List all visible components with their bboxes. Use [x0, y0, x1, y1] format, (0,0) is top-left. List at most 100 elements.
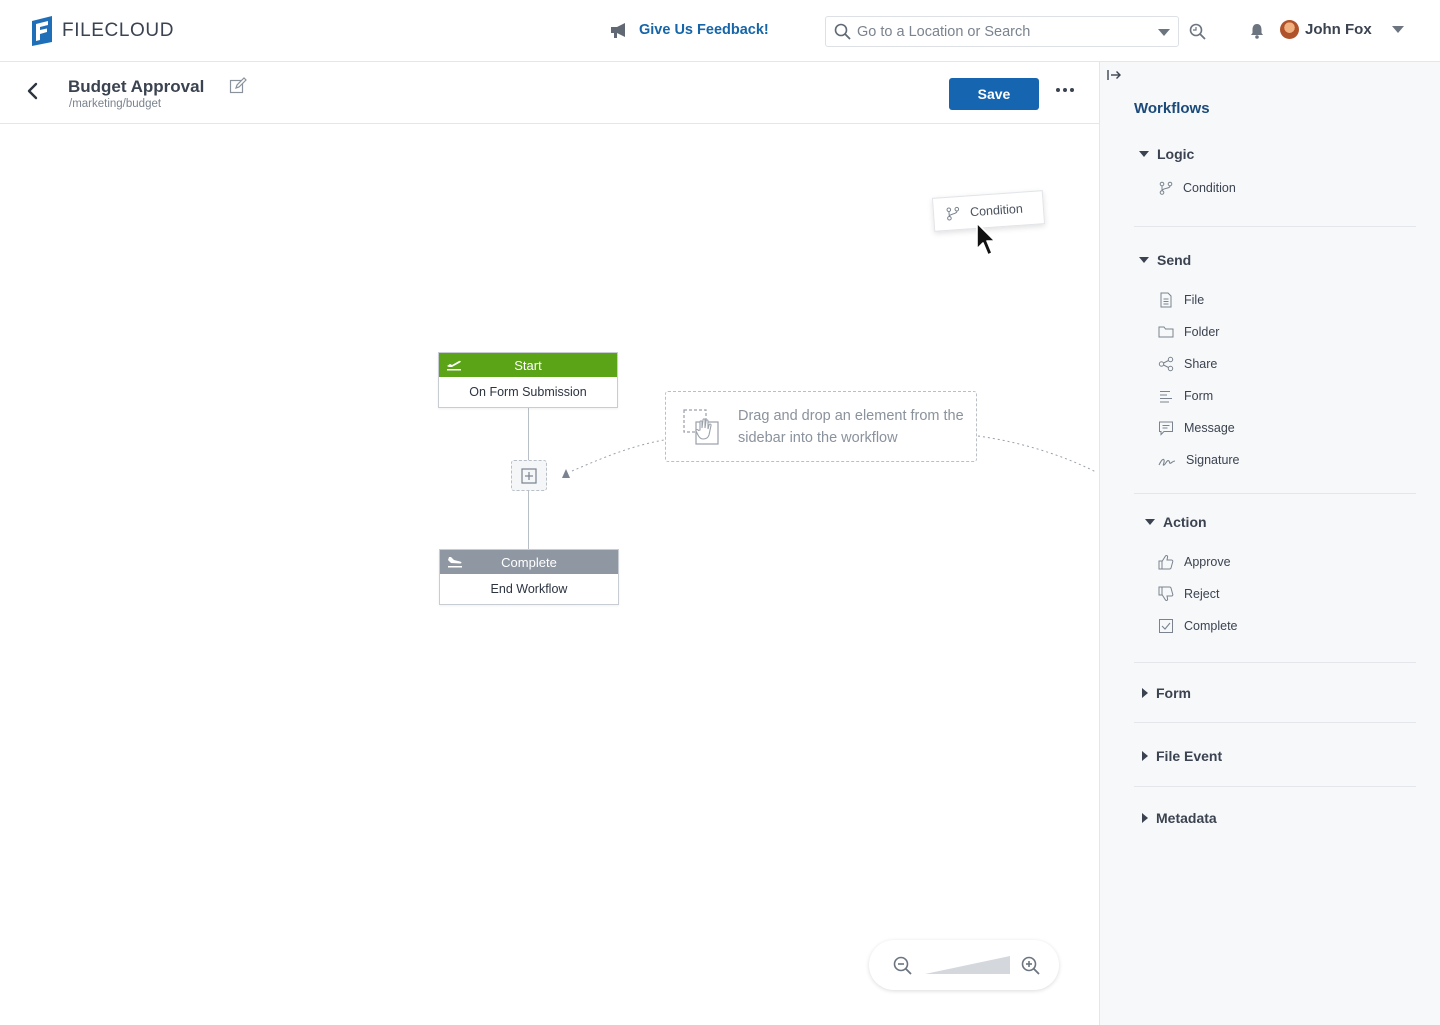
workflow-canvas[interactable]: Start On Form Submission Complete End Wo…: [0, 124, 1100, 1025]
plus-square-icon: [521, 467, 537, 484]
complete-node-action: End Workflow: [490, 582, 568, 596]
checkbox-icon: [1159, 619, 1173, 633]
sidebar-item-label: Signature: [1186, 453, 1240, 467]
more-options-icon[interactable]: [1056, 84, 1074, 96]
complete-node[interactable]: Complete End Workflow: [439, 549, 619, 605]
filecloud-logo-icon: [32, 16, 52, 46]
takeoff-icon: [447, 360, 461, 371]
branch-icon: [1159, 181, 1173, 195]
thumbs-up-icon: [1158, 555, 1174, 570]
section-header-metadata[interactable]: Metadata: [1134, 808, 1416, 828]
section-header-file-event[interactable]: File Event: [1134, 746, 1416, 766]
save-button[interactable]: Save: [949, 78, 1039, 110]
feedback-label: Give Us Feedback!: [639, 22, 769, 38]
filecloud-logo[interactable]: FILECLOUD: [30, 15, 174, 47]
edit-title-icon[interactable]: [229, 77, 247, 100]
back-button[interactable]: [24, 82, 42, 105]
section-file-event: File Event: [1134, 746, 1416, 766]
sidebar-item-label: Condition: [1183, 181, 1236, 195]
form-icon: [1160, 391, 1172, 403]
top-bar: FILECLOUD Give Us Feedback! John Fox: [0, 0, 1440, 62]
caret-down-icon: [1139, 257, 1149, 263]
drag-hand-icon: [683, 408, 719, 445]
chevron-left-icon: [27, 82, 38, 100]
divider: [1134, 493, 1416, 494]
megaphone-icon: [611, 23, 625, 38]
workflow-header: Budget Approval /marketing/budget Save: [0, 62, 1100, 124]
divider: [1134, 226, 1416, 227]
landing-icon: [448, 557, 462, 568]
sidebar-item-label: Reject: [1184, 587, 1220, 601]
avatar: [1280, 20, 1299, 39]
complete-node-header: Complete: [440, 550, 618, 574]
sidebar-item-signature[interactable]: Signature: [1134, 444, 1416, 476]
sidebar-item-approve[interactable]: Approve: [1134, 546, 1416, 578]
sidebar-item-share[interactable]: Share: [1134, 348, 1416, 380]
sidebar-item-folder[interactable]: Folder: [1134, 316, 1416, 348]
divider: [1134, 722, 1416, 723]
add-step-button[interactable]: [511, 460, 547, 491]
sidebar-item-message[interactable]: Message: [1134, 412, 1416, 444]
caret-down-icon: [1145, 519, 1155, 525]
sidebar-item-complete[interactable]: Complete: [1134, 610, 1416, 642]
notification-bell-icon[interactable]: [1248, 22, 1266, 45]
workflow-sidebar: Workflows Logic Condition Send File Fold…: [1099, 62, 1440, 1025]
user-name: John Fox: [1305, 21, 1372, 38]
section-label: Metadata: [1156, 810, 1217, 826]
section-header-form[interactable]: Form: [1134, 683, 1416, 703]
zoom-out-icon[interactable]: [893, 956, 913, 981]
section-label: Send: [1157, 252, 1192, 268]
search-input[interactable]: [857, 23, 1147, 40]
section-header-logic[interactable]: Logic: [1134, 144, 1416, 164]
file-icon: [1160, 292, 1172, 308]
section-header-send[interactable]: Send: [1134, 250, 1416, 270]
user-menu-chevron-down-icon: [1391, 26, 1404, 33]
caret-right-icon: [1142, 688, 1148, 698]
section-action: Action Approve Reject Complete: [1134, 512, 1416, 642]
sidebar-item-label: Message: [1184, 421, 1235, 435]
collapse-sidebar-icon[interactable]: [1106, 67, 1122, 88]
sidebar-item-reject[interactable]: Reject: [1134, 578, 1416, 610]
drop-zone-text: Drag and drop an element from the sideba…: [738, 407, 964, 446]
section-send: Send File Folder Share Form Message Sign…: [1134, 250, 1416, 476]
section-label: Form: [1156, 685, 1191, 701]
sidebar-item-file[interactable]: File: [1134, 284, 1416, 316]
search-box[interactable]: [825, 16, 1179, 47]
share-icon: [1158, 356, 1174, 372]
sidebar-item-label: Approve: [1184, 555, 1231, 569]
zoom-control: [869, 940, 1059, 990]
divider: [1134, 662, 1416, 663]
message-icon: [1159, 421, 1173, 436]
sidebar-item-label: Share: [1184, 357, 1218, 371]
sidebar-item-form[interactable]: Form: [1134, 380, 1416, 412]
connector-line-top: [528, 406, 529, 460]
guide-arrow-icon: [562, 469, 570, 478]
brand-name: FILECLOUD: [62, 20, 175, 41]
start-node[interactable]: Start On Form Submission: [438, 352, 618, 408]
advanced-search-icon[interactable]: [1187, 22, 1207, 47]
mouse-pointer-icon: [976, 222, 996, 256]
section-form: Form: [1134, 683, 1416, 703]
page-title: Budget Approval: [68, 77, 205, 96]
sidebar-item-label: Form: [1184, 389, 1214, 403]
section-metadata: Metadata: [1134, 808, 1416, 828]
caret-right-icon: [1142, 813, 1148, 823]
feedback-link[interactable]: Give Us Feedback!: [609, 21, 769, 39]
zoom-slider[interactable]: [925, 954, 1012, 976]
user-menu[interactable]: John Fox: [1280, 20, 1404, 39]
zoom-in-icon[interactable]: [1021, 956, 1041, 981]
section-header-action[interactable]: Action: [1134, 512, 1416, 532]
sidebar-item-condition[interactable]: Condition: [1134, 172, 1416, 204]
dragged-element-label: Condition: [969, 201, 1024, 220]
divider: [1134, 786, 1416, 787]
signature-icon: [1158, 458, 1176, 466]
thumbs-down-icon: [1158, 586, 1174, 601]
start-node-header: Start: [439, 353, 617, 377]
caret-right-icon: [1142, 751, 1148, 761]
sidebar-item-label: Complete: [1184, 619, 1238, 633]
search-dropdown-icon[interactable]: [1158, 29, 1170, 36]
connector-line-bottom: [528, 491, 529, 549]
start-node-trigger: On Form Submission: [469, 385, 587, 399]
caret-down-icon: [1139, 151, 1149, 157]
drop-zone-hint[interactable]: Drag and drop an element from the sideba…: [665, 391, 977, 462]
